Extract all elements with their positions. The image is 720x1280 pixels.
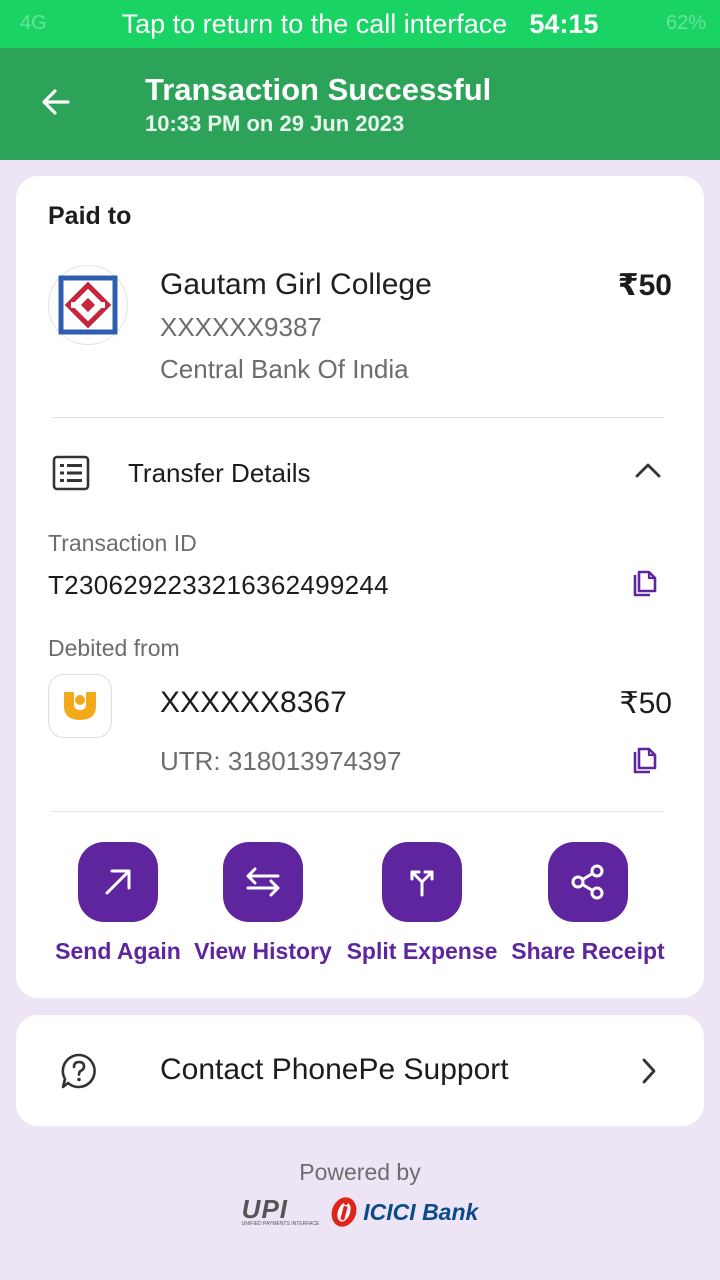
view-history-label: View History bbox=[194, 938, 332, 964]
swap-arrows-icon bbox=[246, 867, 280, 897]
contact-support-label: Contact PhonePe Support bbox=[160, 1053, 509, 1086]
icici-bank-logo: ICICI Bank bbox=[329, 1196, 478, 1228]
icici-logo-text: ICICI Bank bbox=[363, 1199, 478, 1226]
transfer-details-label: Transfer Details bbox=[128, 458, 311, 488]
paid-to-label: Paid to bbox=[48, 202, 132, 230]
divider bbox=[52, 417, 664, 418]
back-button[interactable] bbox=[36, 82, 76, 122]
payee-name: Gautam Girl College bbox=[160, 268, 432, 301]
network-indicator: 4G bbox=[20, 12, 47, 34]
share-receipt-icon-wrap bbox=[548, 842, 628, 922]
transfer-details-toggle[interactable]: Transfer Details bbox=[16, 438, 704, 508]
icici-emblem-icon bbox=[331, 1197, 357, 1227]
icici-logo-word: ICICI bbox=[363, 1198, 416, 1225]
central-bank-logo bbox=[48, 265, 128, 345]
return-to-call-label: Tap to return to the call interface bbox=[121, 8, 508, 39]
split-icon bbox=[410, 870, 434, 897]
copy-icon[interactable] bbox=[628, 746, 660, 778]
chevron-up-icon bbox=[635, 463, 661, 478]
copy-icon[interactable] bbox=[628, 569, 660, 601]
split-expense-label: Split Expense bbox=[346, 938, 498, 964]
send-again-label: Send Again bbox=[55, 938, 181, 964]
upi-logo: UPI UNIFIED PAYMENTS INTERFACE bbox=[241, 1194, 320, 1227]
page-title: Transaction Successful bbox=[145, 72, 492, 107]
debited-from-label: Debited from bbox=[48, 635, 180, 661]
transaction-id-label: Transaction ID bbox=[48, 530, 197, 556]
send-again-icon-wrap bbox=[78, 842, 158, 922]
help-chat-icon bbox=[61, 1053, 96, 1089]
battery-indicator: 62% bbox=[665, 12, 706, 34]
arrow-left-icon bbox=[42, 89, 70, 115]
upi-logo-text: UPI bbox=[241, 1194, 289, 1224]
split-expense-button[interactable]: Split Expense bbox=[347, 842, 497, 972]
debited-amount: ₹50 bbox=[619, 687, 672, 720]
punjab-bank-logo bbox=[48, 674, 112, 738]
payee-account: XXXXXX9387 bbox=[160, 312, 322, 342]
upi-logo-subtext: UNIFIED PAYMENTS INTERFACE bbox=[241, 1221, 320, 1227]
return-to-call-bar[interactable]: 4G Tap to return to the call interface 5… bbox=[0, 0, 720, 48]
transaction-card: Paid to Gautam Girl College XXXXXX9387 C… bbox=[16, 176, 704, 998]
call-timer: 54:15 bbox=[529, 8, 599, 39]
payee-bank: Central Bank Of India bbox=[160, 354, 409, 384]
powered-by-label: Powered by bbox=[299, 1159, 421, 1185]
icici-logo-bank-word: Bank bbox=[422, 1198, 479, 1225]
transaction-datetime: 10:33 PM on 29 Jun 2023 bbox=[145, 111, 405, 136]
send-again-button[interactable]: Send Again bbox=[43, 842, 193, 972]
share-receipt-button[interactable]: Share Receipt bbox=[511, 842, 665, 972]
chevron-right-icon bbox=[642, 1058, 656, 1084]
view-history-icon-wrap bbox=[223, 842, 303, 922]
split-expense-icon-wrap bbox=[382, 842, 462, 922]
debited-account: XXXXXX8367 bbox=[160, 686, 347, 719]
arrow-up-right-icon bbox=[105, 869, 131, 895]
share-icon bbox=[571, 864, 604, 900]
list-icon bbox=[52, 455, 90, 491]
contact-support-button[interactable]: Contact PhonePe Support bbox=[16, 1015, 704, 1126]
divider bbox=[52, 811, 664, 812]
transaction-id: T2306292233216362499244 bbox=[48, 570, 389, 600]
utr-number: UTR: 318013974397 bbox=[160, 746, 402, 776]
partner-logos: UPI UNIFIED PAYMENTS INTERFACE ICICI Ban… bbox=[0, 1196, 720, 1228]
transaction-header: Transaction Successful 10:33 PM on 29 Ju… bbox=[0, 48, 720, 160]
share-receipt-label: Share Receipt bbox=[511, 938, 665, 964]
view-history-button[interactable]: View History bbox=[188, 842, 338, 972]
paid-amount: ₹50 bbox=[617, 269, 672, 302]
